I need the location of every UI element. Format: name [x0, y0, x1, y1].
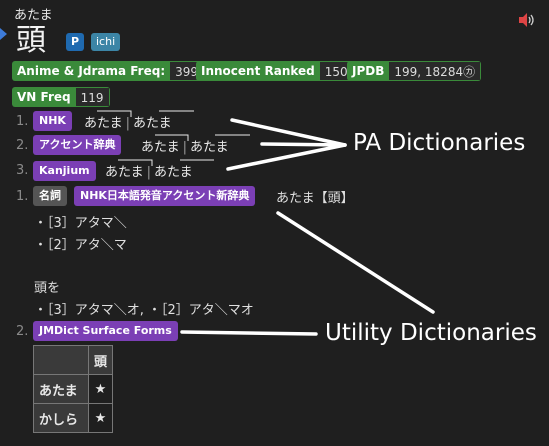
pa-dictionaries-annotation: PA Dictionaries — [353, 130, 526, 156]
arrow-line — [276, 211, 435, 314]
arrow-line — [226, 143, 347, 171]
arrow-line — [180, 330, 318, 336]
arrow-line — [260, 142, 347, 147]
annotation-arrows — [180, 118, 435, 336]
arrow-line — [230, 118, 347, 147]
utility-dictionaries-annotation: Utility Dictionaries — [325, 320, 537, 346]
